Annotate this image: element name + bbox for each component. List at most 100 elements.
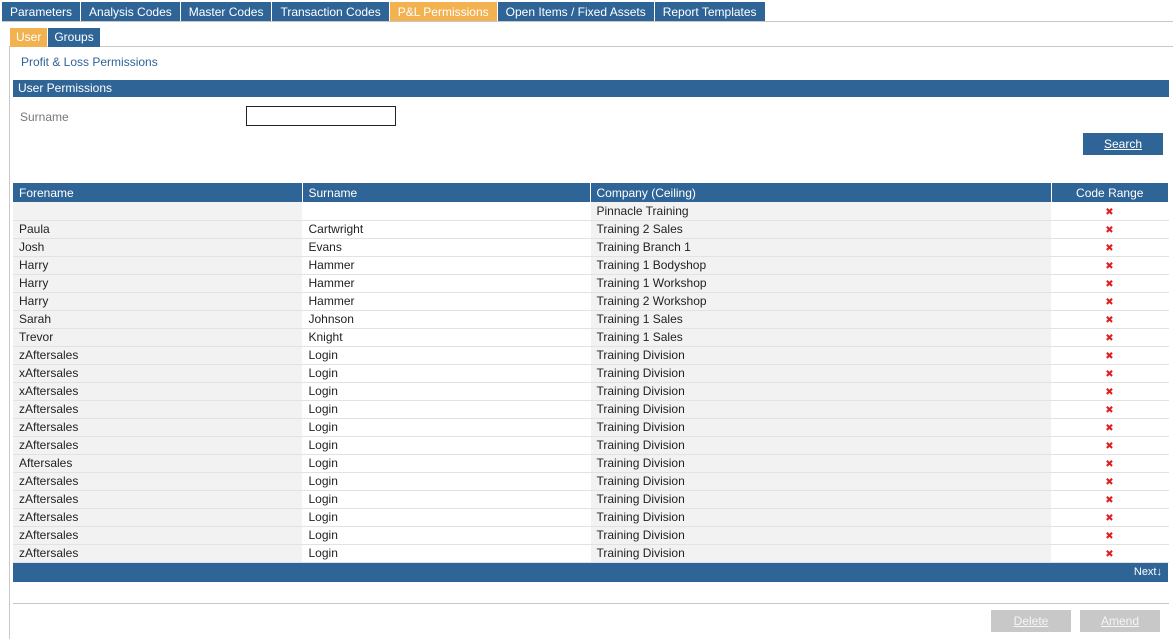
tab-bar-divider (2, 21, 1173, 22)
table-row[interactable]: zAftersales Login Training Division ✖ (13, 400, 1169, 419)
remove-x-icon[interactable]: ✖ (1105, 279, 1113, 290)
remove-x-icon[interactable]: ✖ (1105, 513, 1113, 524)
remove-x-icon[interactable]: ✖ (1105, 441, 1113, 452)
table-row[interactable]: Harry Hammer Training 2 Workshop ✖ (13, 292, 1169, 311)
table-row[interactable]: xAftersales Login Training Division ✖ (13, 382, 1169, 401)
table-row[interactable]: Harry Hammer Training 1 Bodyshop ✖ (13, 256, 1169, 275)
column-header-surname[interactable]: Surname (302, 183, 591, 202)
remove-x-icon[interactable]: ✖ (1105, 459, 1113, 470)
remove-x-icon[interactable]: ✖ (1105, 531, 1113, 542)
column-header-forename[interactable]: Forename (13, 183, 303, 202)
footer-divider (13, 603, 1169, 604)
remove-x-icon[interactable]: ✖ (1105, 477, 1113, 488)
tab-parameters[interactable]: Parameters (2, 2, 81, 22)
delete-button[interactable]: Delete (991, 610, 1071, 632)
subtab-user[interactable]: User (10, 28, 48, 47)
remove-x-icon[interactable]: ✖ (1105, 315, 1113, 326)
remove-x-icon[interactable]: ✖ (1105, 369, 1113, 380)
company-cell: Training Division (590, 382, 1052, 401)
table-row[interactable]: Aftersales Login Training Division ✖ (13, 454, 1169, 473)
code-range-cell: ✖ (1051, 364, 1169, 383)
forename-cell: Aftersales (13, 454, 303, 473)
remove-x-icon[interactable]: ✖ (1105, 225, 1113, 236)
remove-x-icon[interactable]: ✖ (1105, 387, 1113, 398)
remove-x-icon[interactable]: ✖ (1105, 549, 1113, 560)
remove-x-icon[interactable]: ✖ (1105, 333, 1113, 344)
remove-x-icon[interactable]: ✖ (1105, 423, 1113, 434)
remove-x-icon[interactable]: ✖ (1105, 207, 1113, 218)
surname-cell: Login (302, 490, 591, 509)
surname-cell: Login (302, 400, 591, 419)
remove-x-icon[interactable]: ✖ (1105, 297, 1113, 308)
forename-cell: Harry (13, 274, 303, 293)
remove-x-icon[interactable]: ✖ (1105, 405, 1113, 416)
remove-x-icon[interactable]: ✖ (1105, 243, 1113, 254)
forename-cell: zAftersales (13, 346, 303, 365)
company-cell: Training Branch 1 (590, 238, 1052, 257)
table-row[interactable]: Harry Hammer Training 1 Workshop ✖ (13, 274, 1169, 293)
permissions-grid: Forename Surname Company (Ceiling) Code … (13, 183, 1169, 582)
tab-report-templates[interactable]: Report Templates (654, 2, 765, 22)
subtab-groups[interactable]: Groups (48, 28, 100, 47)
column-header-company[interactable]: Company (Ceiling) (590, 183, 1052, 202)
search-button[interactable]: Search (1083, 133, 1163, 155)
company-cell: Training Division (590, 418, 1052, 437)
surname-cell: Knight (302, 328, 591, 347)
company-cell: Training 1 Sales (590, 310, 1052, 329)
code-range-cell: ✖ (1051, 472, 1169, 491)
sub-tab-bar: User Groups (10, 28, 101, 47)
remove-x-icon[interactable]: ✖ (1105, 495, 1113, 506)
table-row[interactable]: Trevor Knight Training 1 Sales ✖ (13, 328, 1169, 347)
table-row[interactable]: zAftersales Login Training Division ✖ (13, 490, 1169, 509)
code-range-cell: ✖ (1051, 202, 1169, 221)
table-row[interactable]: zAftersales Login Training Division ✖ (13, 544, 1169, 563)
tab-analysis-codes[interactable]: Analysis Codes (81, 2, 180, 22)
main-tab-bar: Parameters Analysis Codes Master Codes Tran… (2, 2, 766, 22)
code-range-cell: ✖ (1051, 544, 1169, 563)
surname-cell: Login (302, 382, 591, 401)
code-range-cell: ✖ (1051, 490, 1169, 509)
column-header-code-range[interactable]: Code Range (1051, 183, 1168, 202)
table-row[interactable]: zAftersales Login Training Division ✖ (13, 508, 1169, 527)
table-row[interactable]: zAftersales Login Training Division ✖ (13, 418, 1169, 437)
table-row[interactable]: Paula Cartwright Training 2 Sales ✖ (13, 220, 1169, 239)
company-cell: Training Division (590, 544, 1052, 563)
remove-x-icon[interactable]: ✖ (1105, 261, 1113, 272)
table-header-row: Forename Surname Company (Ceiling) Code … (13, 183, 1168, 202)
surname-cell: Login (302, 418, 591, 437)
code-range-cell: ✖ (1051, 328, 1169, 347)
table-row[interactable]: Josh Evans Training Branch 1 ✖ (13, 238, 1169, 257)
remove-x-icon[interactable]: ✖ (1105, 351, 1113, 362)
table-row[interactable]: zAftersales Login Training Division ✖ (13, 346, 1169, 365)
code-range-cell: ✖ (1051, 310, 1169, 329)
table-row[interactable]: zAftersales Login Training Division ✖ (13, 526, 1169, 545)
page-title: Profit & Loss Permissions (21, 55, 158, 69)
table-row[interactable]: Sarah Johnson Training 1 Sales ✖ (13, 310, 1169, 329)
company-cell: Pinnacle Training (590, 202, 1052, 221)
tab-p-l-permissions[interactable]: P&L Permissions (389, 2, 497, 22)
section-header-user-permissions: User Permissions (13, 80, 1169, 97)
table-row[interactable]: xAftersales Login Training Division ✖ (13, 364, 1169, 383)
forename-cell: zAftersales (13, 400, 303, 419)
table-row[interactable]: zAftersales Login Training Division ✖ (13, 436, 1169, 455)
tab-open-items-fixed-assets[interactable]: Open Items / Fixed Assets (497, 2, 654, 22)
code-range-cell: ✖ (1051, 382, 1169, 401)
code-range-cell: ✖ (1051, 238, 1169, 257)
surname-cell: Login (302, 472, 591, 491)
company-cell: Training 1 Workshop (590, 274, 1052, 293)
table-row[interactable]: zAftersales Login Training Division ✖ (13, 472, 1169, 491)
surname-search-input[interactable] (246, 106, 396, 126)
surname-cell: Hammer (302, 292, 591, 311)
company-cell: Training Division (590, 490, 1052, 509)
code-range-cell: ✖ (1051, 454, 1169, 473)
amend-button[interactable]: Amend (1080, 610, 1160, 632)
tab-master-codes[interactable]: Master Codes (180, 2, 272, 22)
code-range-cell: ✖ (1051, 436, 1169, 455)
tab-transaction-codes[interactable]: Transaction Codes (272, 2, 389, 22)
table-row[interactable]: Pinnacle Training ✖ (13, 202, 1169, 221)
next-page-link[interactable]: Next↓ (1134, 566, 1162, 578)
forename-cell: Sarah (13, 310, 303, 329)
company-cell: Training Division (590, 472, 1052, 491)
code-range-cell: ✖ (1051, 508, 1169, 527)
forename-cell: Josh (13, 238, 303, 257)
